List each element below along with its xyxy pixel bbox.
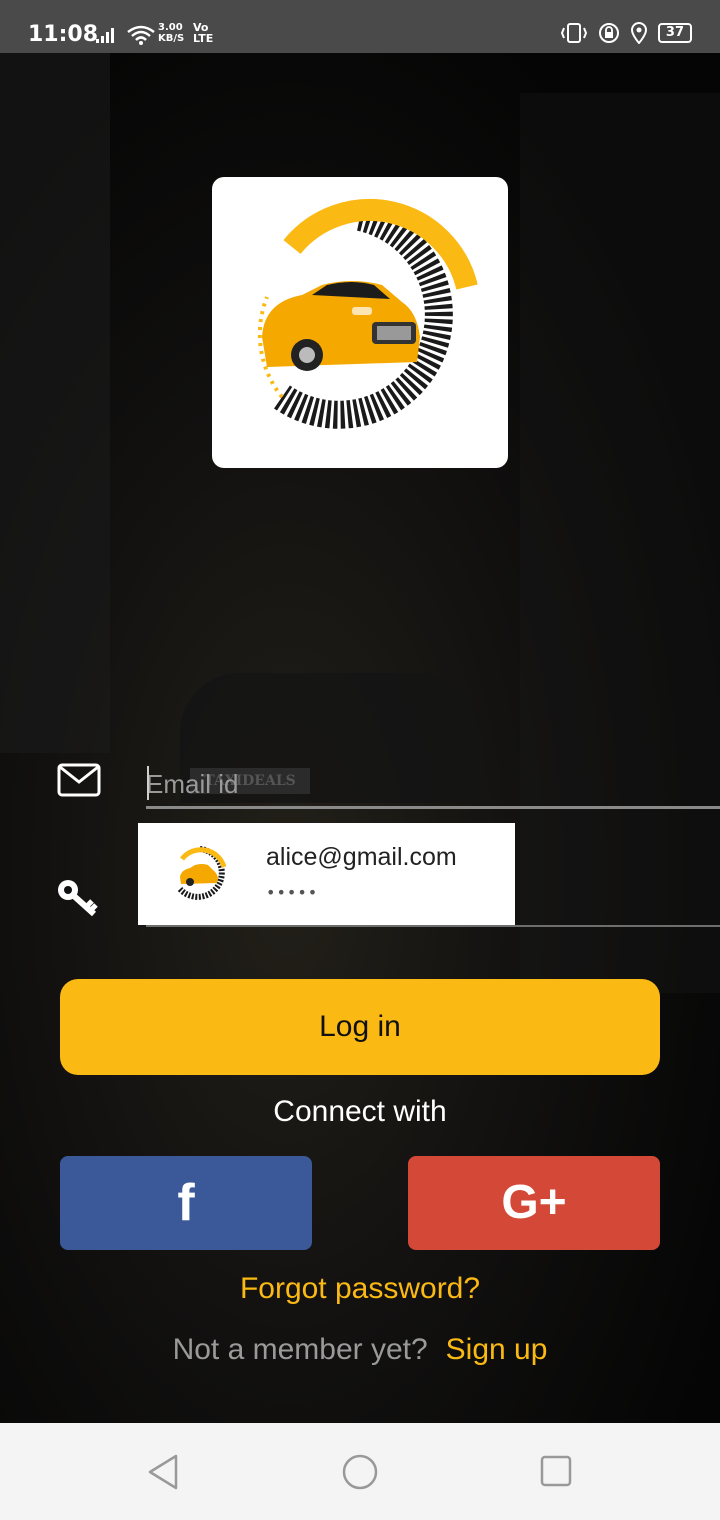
status-bar: 11:08 3.00 KB/S Vo LTE 37 xyxy=(0,0,720,53)
network-bottom: LTE xyxy=(193,32,214,45)
building-right xyxy=(520,93,720,993)
back-icon[interactable] xyxy=(146,1453,180,1491)
email-input[interactable] xyxy=(146,762,720,809)
signup-row: Not a member yet? Sign up xyxy=(0,1333,720,1367)
login-button[interactable]: Log in xyxy=(60,979,660,1075)
connect-with-label: Connect with xyxy=(273,1095,447,1128)
facebook-login-button[interactable]: f xyxy=(60,1156,312,1250)
recents-icon[interactable] xyxy=(540,1455,572,1487)
home-icon[interactable] xyxy=(341,1453,379,1491)
battery-icon: 37 xyxy=(657,23,692,43)
forgot-password-link[interactable]: Forgot password? xyxy=(0,1272,720,1306)
key-icon xyxy=(58,880,98,917)
wifi-icon xyxy=(127,25,155,45)
autofill-suggestion[interactable]: alice@gmail.com ••••• xyxy=(138,823,515,925)
app-logo xyxy=(212,177,508,468)
autofill-email: alice@gmail.com xyxy=(266,843,457,871)
autofill-app-icon xyxy=(177,846,227,900)
google-plus-icon: G+ xyxy=(501,1176,567,1229)
vibrate-icon xyxy=(560,23,587,43)
status-time: 11:08 xyxy=(28,22,99,47)
password-input[interactable] xyxy=(146,925,720,927)
signup-link[interactable]: Sign up xyxy=(446,1333,548,1366)
facebook-icon: f xyxy=(177,1174,195,1232)
taxi-logo-icon xyxy=(257,198,478,429)
google-plus-login-button[interactable]: G+ xyxy=(408,1156,660,1250)
speed-unit: KB/S xyxy=(158,33,185,44)
not-member-text: Not a member yet? xyxy=(172,1333,428,1366)
location-icon xyxy=(630,22,647,44)
network-type: Vo LTE xyxy=(193,22,213,44)
signal-icon xyxy=(96,28,114,43)
status-icons: 37 xyxy=(560,22,692,44)
text-cursor xyxy=(147,766,149,800)
building-left xyxy=(0,53,110,753)
network-speed: 3.00 KB/S xyxy=(158,22,184,44)
lock-icon xyxy=(598,23,619,43)
speed-value: 3.00 xyxy=(158,22,183,33)
mail-icon xyxy=(57,763,101,797)
autofill-password-mask: ••••• xyxy=(266,883,319,902)
system-nav-bar xyxy=(0,1423,720,1520)
